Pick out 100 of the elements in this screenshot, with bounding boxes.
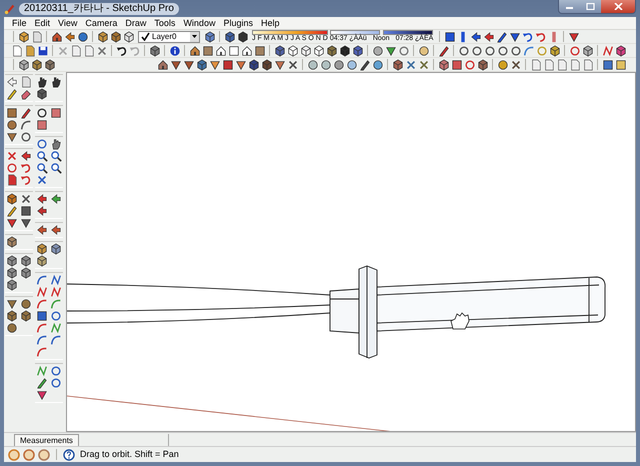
triangle-icon[interactable] (208, 58, 221, 71)
cube-icon[interactable] (299, 44, 312, 57)
menu-item[interactable]: Plugins (219, 18, 257, 28)
square-icon[interactable] (601, 58, 614, 71)
cube-icon[interactable] (17, 58, 30, 71)
triangle-icon[interactable] (182, 58, 195, 71)
ring-icon[interactable] (509, 44, 522, 57)
curve-icon[interactable] (35, 346, 49, 358)
cube-icon[interactable] (5, 310, 19, 322)
menu-item[interactable]: File (8, 18, 31, 28)
cube-icon[interactable] (17, 30, 30, 43)
cube-icon[interactable] (19, 267, 33, 279)
circle-icon[interactable] (5, 322, 19, 334)
eraser-icon[interactable] (19, 88, 33, 100)
cube-icon[interactable] (35, 243, 49, 255)
menu-item[interactable]: Tools (150, 18, 180, 28)
ring-icon[interactable] (49, 365, 63, 377)
triangle-icon[interactable] (508, 30, 522, 43)
maximize-button[interactable] (580, 0, 601, 13)
cube-icon[interactable] (5, 236, 19, 248)
curve-icon[interactable] (35, 274, 49, 286)
cross-icon[interactable] (286, 58, 299, 71)
cube-icon[interactable] (43, 58, 56, 71)
cube-icon[interactable] (35, 255, 49, 267)
ring-icon[interactable] (49, 377, 63, 389)
house-icon[interactable] (50, 30, 63, 43)
cube-icon[interactable] (122, 30, 135, 43)
cube-icon[interactable] (223, 30, 236, 43)
triangle-icon[interactable] (35, 389, 49, 401)
ring-icon[interactable] (470, 44, 483, 57)
cross-icon[interactable] (95, 44, 108, 57)
circle-icon[interactable] (417, 44, 430, 57)
cube-icon[interactable] (614, 44, 627, 57)
cross-icon[interactable] (404, 58, 417, 71)
cube-icon[interactable] (581, 44, 594, 57)
arrow-icon[interactable] (63, 30, 76, 43)
triangle-icon[interactable] (567, 30, 580, 43)
cube-icon[interactable] (109, 30, 122, 43)
triangle-icon[interactable] (234, 58, 247, 71)
arrow-icon[interactable] (19, 150, 33, 162)
page-icon[interactable] (10, 44, 23, 57)
magnifier-icon[interactable] (49, 162, 63, 174)
help-icon[interactable] (63, 448, 75, 460)
square-icon[interactable] (19, 205, 33, 217)
square-icon[interactable] (5, 107, 19, 119)
circle-icon[interactable] (76, 30, 89, 43)
layer-dropdown[interactable]: Layer0 (138, 30, 200, 42)
arrow-icon[interactable] (482, 30, 496, 43)
zigzag-icon[interactable] (601, 44, 614, 57)
curve-icon[interactable] (35, 334, 49, 346)
square-icon[interactable] (253, 44, 266, 57)
menu-item[interactable]: Help (256, 18, 284, 28)
cube-icon[interactable] (247, 58, 260, 71)
circle-icon[interactable] (345, 58, 358, 71)
house-icon[interactable] (240, 44, 253, 57)
pencil-icon[interactable] (19, 107, 33, 119)
cube-icon[interactable] (195, 58, 208, 71)
page-icon[interactable] (19, 76, 33, 88)
cube-icon[interactable] (148, 44, 161, 57)
square-icon[interactable] (443, 30, 456, 43)
curved-arrow-icon[interactable] (521, 30, 534, 43)
cube-icon[interactable] (437, 58, 450, 71)
circle-icon[interactable] (5, 119, 19, 131)
triangle-icon[interactable] (273, 58, 286, 71)
square-icon[interactable] (201, 44, 214, 57)
close-button[interactable] (601, 0, 635, 13)
page-icon[interactable] (23, 44, 36, 57)
zigzag-icon[interactable] (49, 274, 63, 286)
triangle-icon[interactable] (19, 217, 33, 229)
menu-item[interactable]: Camera (81, 18, 122, 28)
page-icon[interactable] (82, 44, 95, 57)
zigzag-icon[interactable] (49, 286, 63, 298)
cube-icon[interactable] (312, 44, 325, 57)
arrow-icon[interactable] (35, 224, 49, 236)
magnifier-icon[interactable] (35, 162, 49, 174)
cube-icon[interactable] (5, 267, 19, 279)
pencil-icon[interactable] (35, 377, 49, 389)
cross-icon[interactable] (19, 193, 33, 205)
curved-arrow-icon[interactable] (115, 44, 128, 57)
pencil-icon[interactable] (5, 205, 19, 217)
cube-icon[interactable] (325, 44, 338, 57)
menu-item[interactable]: View (54, 18, 82, 28)
curve-icon[interactable] (19, 119, 33, 131)
square-icon[interactable] (49, 107, 63, 119)
arrow-icon[interactable] (469, 30, 482, 43)
square-icon[interactable] (227, 44, 240, 57)
cross-icon[interactable] (509, 58, 522, 71)
ring-icon[interactable] (19, 131, 33, 143)
circle-icon[interactable] (371, 58, 384, 71)
ring-icon[interactable] (483, 44, 496, 57)
ring-icon[interactable] (49, 310, 63, 322)
circle-icon[interactable] (319, 58, 332, 71)
circle-icon[interactable] (496, 58, 509, 71)
cube-icon[interactable] (391, 58, 404, 71)
cube-icon[interactable] (5, 255, 19, 267)
magnifier-icon[interactable] (35, 150, 49, 162)
house-icon[interactable] (156, 58, 169, 71)
cube-icon[interactable] (96, 30, 109, 43)
cube-icon[interactable] (203, 30, 216, 43)
square-icon[interactable] (450, 58, 463, 71)
